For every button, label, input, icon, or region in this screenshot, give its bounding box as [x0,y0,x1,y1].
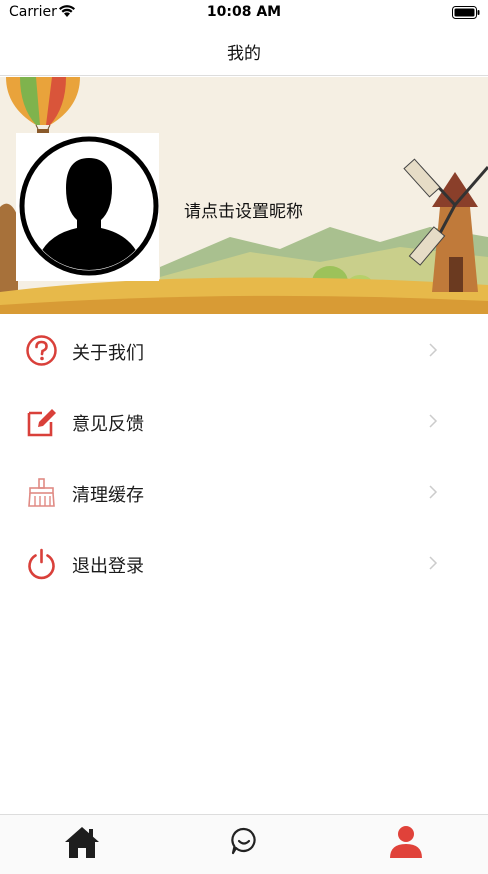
menu-label-logout: 退出登录 [72,556,144,577]
menu-item-logout[interactable]: 退出登录 [0,527,488,598]
status-bar: Carrier 10:08 AM [0,0,488,26]
menu-item-feedback[interactable]: 意见反馈 [0,385,488,456]
menu-label-about: 关于我们 [72,343,144,364]
settings-menu: 关于我们 意见反馈 清理缓存 退出登录 [0,314,488,598]
broom-icon [28,478,55,507]
chevron-right-icon [429,485,438,499]
home-icon[interactable] [62,821,102,861]
menu-label-clear-cache: 清理缓存 [72,485,144,506]
profile-banner[interactable]: 请点击设置昵称 [0,77,488,314]
edit-icon [27,409,56,437]
person-icon[interactable] [386,821,426,861]
avatar[interactable] [19,136,159,276]
menu-label-feedback: 意见反馈 [72,414,144,435]
chevron-right-icon [429,556,438,570]
question-circle-icon [26,335,57,366]
chevron-right-icon [429,414,438,428]
page-title: 我的 [227,44,261,64]
battery-icon [452,6,480,19]
tab-bar [0,814,488,874]
clock: 10:08 AM [206,4,282,20]
chevron-right-icon [429,343,438,357]
menu-item-about[interactable]: 关于我们 [0,314,488,385]
nav-bar: 我的 [0,26,488,76]
chat-icon[interactable] [224,821,264,861]
menu-item-clear-cache[interactable]: 清理缓存 [0,456,488,527]
power-icon [28,548,55,580]
nickname-prompt[interactable]: 请点击设置昵称 [184,197,303,222]
